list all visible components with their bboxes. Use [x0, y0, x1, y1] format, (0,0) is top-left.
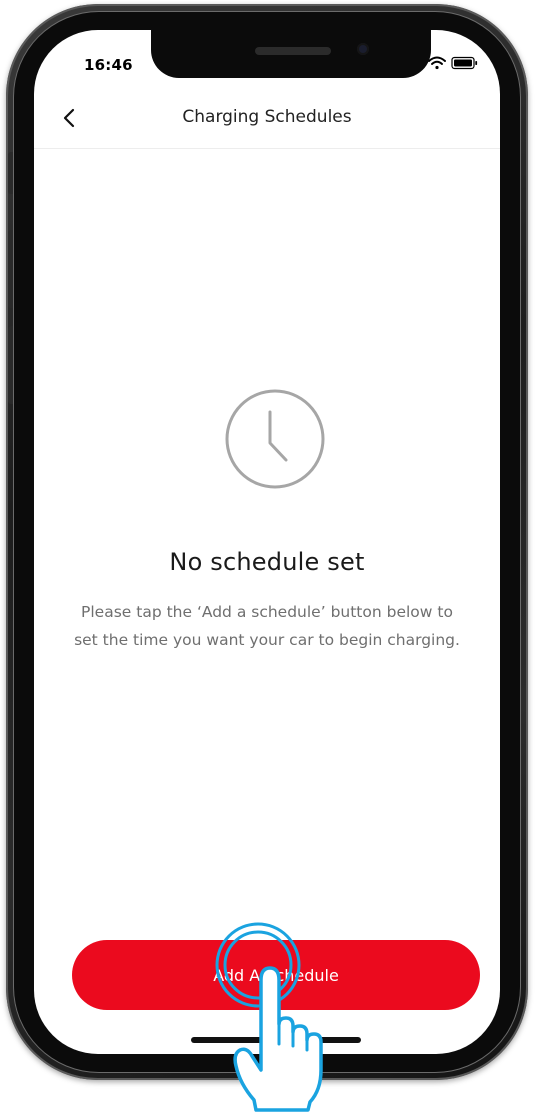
phone-frame: 16:46 Charging Schedules No schedule set…: [6, 4, 528, 1080]
notch: [151, 30, 431, 78]
wifi-icon: [428, 56, 446, 70]
empty-state-title: No schedule set: [169, 548, 365, 576]
clock-icon: [225, 389, 325, 489]
add-schedule-button[interactable]: Add A Schedule: [72, 940, 480, 1010]
speaker-grille: [255, 47, 331, 55]
app-screen: 16:46 Charging Schedules No schedule set…: [34, 30, 500, 1054]
battery-icon: [451, 56, 478, 70]
tutorial-stage: 16:46 Charging Schedules No schedule set…: [0, 0, 538, 1117]
empty-state-description: Please tap the ‘Add a schedule’ button b…: [74, 603, 460, 649]
front-camera: [357, 43, 369, 55]
page-title: Charging Schedules: [182, 107, 352, 127]
status-time: 16:46: [84, 56, 133, 74]
nav-header: Charging Schedules: [34, 88, 500, 149]
home-indicator: [191, 1037, 361, 1043]
